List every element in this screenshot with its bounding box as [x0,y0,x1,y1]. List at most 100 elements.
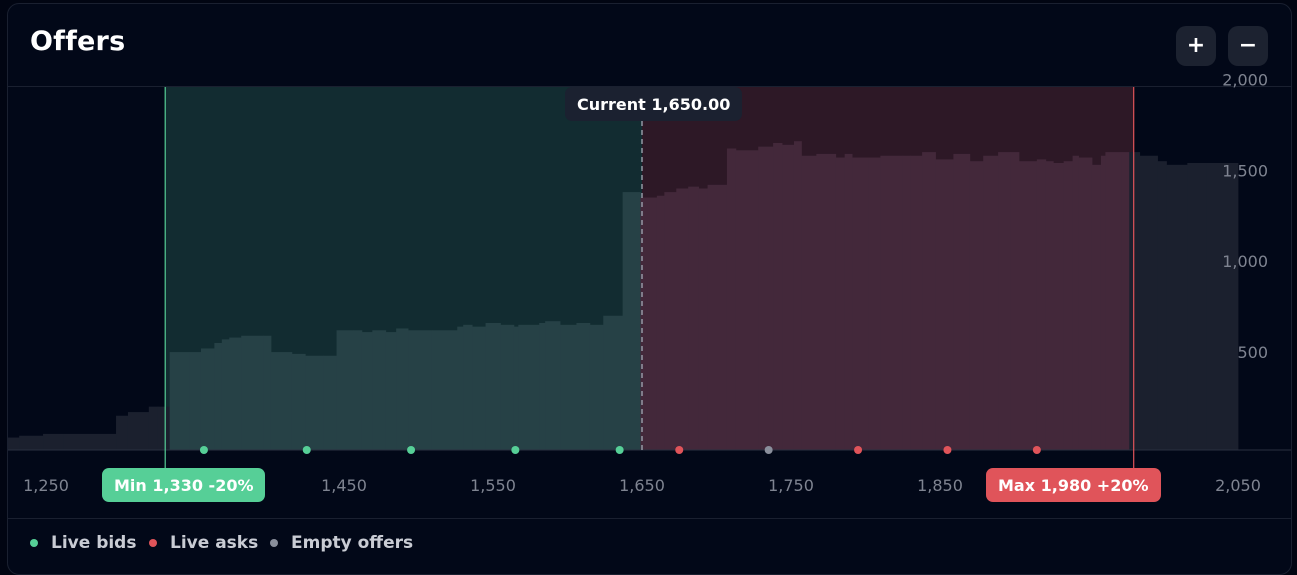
liquidity-bar-ask [801,155,817,450]
offer-dot-bid [199,446,208,454]
liquidity-bar-ask [902,155,911,450]
x-tick-label: 1,450 [321,476,367,495]
liquidity-bar-ask [1121,152,1130,450]
liquidity-bar [1166,164,1188,450]
liquidity-bar-bid [463,324,473,450]
liquidity-bar-ask [664,192,677,450]
liquidity-bar [157,406,171,450]
liquidity-bar-bid [291,353,306,450]
liquidity-bar-ask [1045,161,1054,450]
legend-label: Live asks [170,533,259,553]
x-tick-label: 1,750 [768,476,814,495]
liquidity-bar-bid [323,355,337,450]
liquidity-bar-bid [545,321,561,450]
liquidity-bar-ask [983,155,999,450]
max-price-handle[interactable]: Max 1,980 +20% [986,468,1161,502]
liquidity-bar-ask [835,157,846,450]
liquidity-bar-bid [372,330,387,450]
liquidity-bar-ask [1036,159,1047,450]
offer-dot-ask [943,446,952,454]
liquidity-bar-bid [241,335,264,450]
liquidity-bar [19,435,44,450]
y-tick-label: 1,000 [1222,252,1268,271]
offer-dot-bid [407,446,416,454]
legend-item-empty-offers: Empty offers [270,533,413,553]
liquidity-bar-bid [457,326,464,450]
liquidity-bar [63,433,117,450]
liquidity-bar-ask [844,153,853,450]
offer-dot-ask [675,446,684,454]
liquidity-bar [1129,152,1141,450]
liquidity-bar-ask [656,195,665,450]
liquidity-bar-bid [518,324,540,450]
liquidity-bar-bid [513,326,519,450]
liquidity-bar-ask [707,184,728,450]
liquidity-bar-ask [1010,152,1020,450]
liquidity-chart[interactable]: 500 1,000 1,500 2,000 1,250 1,450 1,550 1,650 1,… [8,4,1291,518]
liquidity-bar-ask [922,152,936,450]
liquidity-bar-bid [336,330,354,450]
liquidity-bar-bid [169,352,190,450]
liquidity-bar-bid [560,324,577,450]
liquidity-bar-ask [688,186,700,451]
liquidity-bar-bid [189,352,202,450]
offer-dot-empty [764,446,773,454]
liquidity-bar [1157,161,1167,450]
current-price-tooltip: Current 1,650.00 [565,87,743,121]
liquidity-bar [1206,163,1239,450]
liquidity-bar-ask [880,155,904,450]
liquidity-bar-bid [270,352,293,450]
liquidity-bar-ask [640,197,658,450]
liquidity-bar-bid [221,339,230,450]
liquidity-bar-ask [1105,152,1123,450]
liquidity-bar-ask [698,188,708,451]
liquidity-bar-ask [782,144,795,450]
liquidity-bar-bid [539,323,546,450]
liquidity-bar-ask [868,157,881,450]
liquidity-bar-ask [1053,163,1065,450]
liquidity-bar-bid [263,335,272,450]
liquidity-bar-bid [622,192,641,450]
liquidity-bar-bid [500,324,515,450]
offer-dot-bid [302,446,311,454]
y-tick-label: 2,000 [1222,70,1268,89]
liquidity-bar-bid [485,323,501,450]
legend-item-live-bids: Live bids [30,533,136,553]
liquidity-bar-ask [1063,161,1074,450]
offers-card: Offers + − 500 1,000 1,500 2,000 1,250 1,450 1… [7,3,1292,575]
empty-offers-dot-icon [270,539,278,547]
x-tick-label: 1,550 [470,476,516,495]
liquidity-bar-bid [385,332,397,450]
x-tick-label: 1,250 [23,476,69,495]
min-price-handle[interactable]: Min 1,330 -20% [102,468,266,502]
offer-dot-ask [1032,446,1041,454]
legend-item-live-asks: Live asks [149,533,258,553]
chart-legend: Live bids Live asks Empty offers [8,518,1291,574]
liquidity-bar-ask [793,141,802,450]
liquidity-bar [148,406,159,450]
x-tick-label: 1,650 [619,476,665,495]
y-tick-label: 1,500 [1222,161,1268,180]
legend-label: Live bids [51,533,137,553]
liquidity-bar [1139,155,1158,450]
liquidity-bar-bid [408,330,433,450]
liquidity-bar-ask [969,161,984,450]
liquidity-bar-ask [1078,157,1093,450]
liquidity-bar-ask [998,152,1011,450]
liquidity-bar-ask [953,153,971,450]
offer-dot-bid [511,446,520,454]
liquidity-bar-bid [229,337,242,450]
legend-label: Empty offers [291,533,414,553]
liquidity-bar-ask [758,146,774,451]
liquidity-bar-bid [589,324,604,450]
liquidity-bar-bid [603,315,624,450]
liquidity-bar-bid [396,328,409,450]
liquidity-bar-bid [431,330,458,450]
x-tick-label: 1,850 [917,476,963,495]
liquidity-bar-bid [352,330,363,450]
offer-dot-ask [854,446,863,454]
live-asks-dot-icon [149,539,157,547]
liquidity-bar-ask [1018,161,1038,450]
live-bids-dot-icon [30,539,38,547]
liquidity-bar-bid [200,348,215,450]
